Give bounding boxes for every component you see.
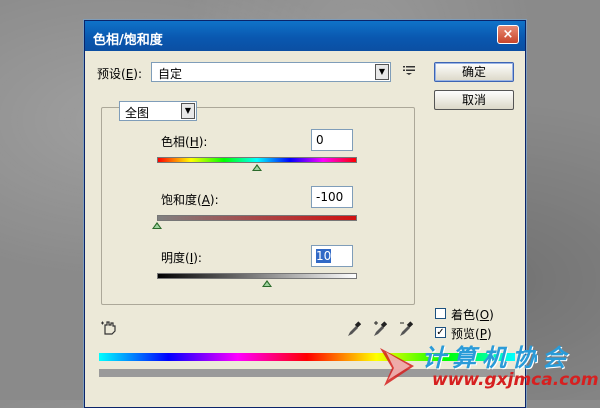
- watermark-title: 计算机协会: [422, 344, 572, 372]
- hue-label: 色相(H):: [161, 133, 207, 150]
- close-button[interactable]: ×: [497, 25, 519, 44]
- hue-slider-thumb[interactable]: [252, 164, 262, 171]
- colorize-checkbox[interactable]: [435, 308, 446, 319]
- checkmark-icon: ✓: [436, 327, 445, 338]
- colorize-label-key: O: [479, 308, 490, 322]
- hand-adjust-icon[interactable]: [101, 319, 119, 339]
- saturation-value: -100: [316, 190, 344, 204]
- hue-value: 0: [316, 133, 324, 147]
- preset-label-pre: 预设(: [97, 67, 126, 81]
- channel-value: 全图: [125, 106, 150, 120]
- title-bar[interactable]: 色相/饱和度 ×: [85, 21, 525, 51]
- colorize-label-post: ): [489, 308, 494, 322]
- ok-button[interactable]: 确定: [434, 62, 514, 82]
- watermark-logo: [380, 348, 414, 386]
- lightness-label: 明度(I):: [161, 249, 202, 266]
- saturation-label-key: A: [201, 193, 210, 207]
- colorize-label: 着色(O): [451, 306, 494, 323]
- saturation-label: 饱和度(A):: [161, 191, 219, 208]
- saturation-slider-track[interactable]: [157, 215, 357, 221]
- options-menu-icon[interactable]: [403, 65, 415, 78]
- watermark: 计算机协会 www.gxjmca.com: [372, 338, 600, 400]
- cancel-button[interactable]: 取消: [434, 90, 514, 110]
- saturation-slider-thumb[interactable]: [152, 222, 162, 229]
- hue-label-post: ):: [198, 135, 208, 149]
- preset-value: 自定: [158, 67, 183, 81]
- lightness-label-pre: 明度(: [161, 251, 190, 265]
- window-title: 色相/饱和度: [93, 33, 163, 48]
- colorize-label-pre: 着色(: [451, 308, 480, 322]
- lightness-label-post: ):: [193, 251, 202, 265]
- lightness-slider-track[interactable]: [157, 273, 357, 279]
- saturation-input[interactable]: -100: [311, 186, 353, 208]
- channel-select[interactable]: 全图 ▼: [119, 101, 197, 121]
- lightness-value: 10: [316, 249, 332, 263]
- hue-label-key: H: [189, 135, 199, 149]
- preset-label: 预设(E):: [97, 65, 142, 82]
- lightness-slider-thumb[interactable]: [262, 280, 272, 287]
- preview-checkbox[interactable]: ✓: [435, 327, 446, 338]
- preset-label-post: ):: [133, 67, 143, 81]
- watermark-url: www.gxjmca.com: [432, 370, 599, 390]
- close-icon: ×: [502, 27, 514, 42]
- hue-label-pre: 色相(: [161, 135, 190, 149]
- preset-select[interactable]: 自定 ▼: [151, 62, 391, 82]
- hue-input[interactable]: 0: [311, 129, 353, 151]
- saturation-label-pre: 饱和度(: [161, 193, 202, 207]
- chevron-down-icon[interactable]: ▼: [375, 64, 389, 80]
- chevron-down-icon[interactable]: ▼: [181, 103, 195, 119]
- hue-slider-track[interactable]: [157, 157, 357, 163]
- eyedropper-icon[interactable]: [347, 321, 362, 341]
- saturation-label-post: ):: [209, 193, 219, 207]
- lightness-input[interactable]: 10: [311, 245, 353, 267]
